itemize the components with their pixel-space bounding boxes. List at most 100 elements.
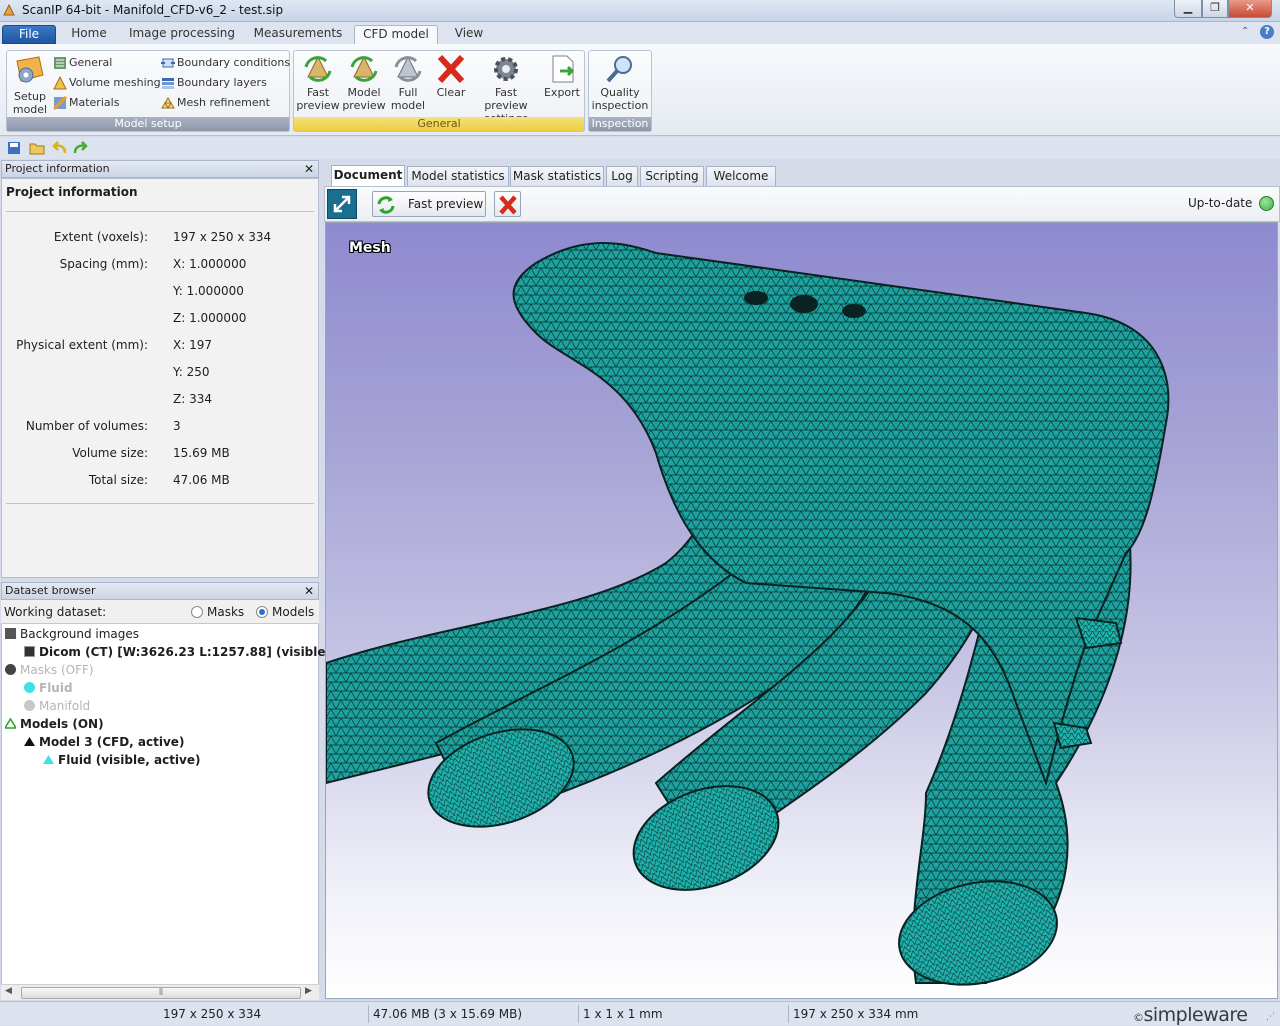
tree-models[interactable]: Models (ON) <box>5 717 104 731</box>
red-x-icon <box>499 195 517 215</box>
tree-background-images[interactable]: Background images <box>5 627 139 641</box>
masks-radio[interactable] <box>191 606 203 618</box>
close-window-button[interactable]: ✕ <box>1228 0 1272 18</box>
clear-button[interactable]: Clear <box>432 53 470 99</box>
fast-preview-icon <box>304 55 332 82</box>
tree-mask-fluid[interactable]: Fluid <box>24 681 73 695</box>
save-icon[interactable] <box>7 141 21 155</box>
tree-mask-manifold[interactable]: Manifold <box>24 699 90 713</box>
status-memory: 47.06 MB (3 x 15.69 MB) <box>373 1007 523 1021</box>
tab-measurements[interactable]: Measurements <box>252 25 344 44</box>
tab-model-statistics[interactable]: Model statistics <box>407 166 509 186</box>
undo-icon[interactable] <box>51 141 67 155</box>
mesh-refinement-button[interactable]: Mesh refinement <box>161 94 270 111</box>
boundary-conditions-button[interactable]: Boundary conditions <box>161 54 290 71</box>
status-spacing: 1 x 1 x 1 mm <box>583 1007 663 1021</box>
fluid-triangle-icon <box>43 755 54 764</box>
project-info-header: Project information ✕ <box>1 160 319 178</box>
ribbon-group-model-setup: Setup model General Volume meshing Materi… <box>6 50 290 132</box>
volume-meshing-button[interactable]: Volume meshing <box>53 74 161 91</box>
tab-image-processing[interactable]: Image processing <box>128 25 236 44</box>
tab-file[interactable]: File <box>2 25 56 44</box>
scanip-app-icon <box>3 3 15 16</box>
tab-scripting[interactable]: Scripting <box>640 166 704 186</box>
physical-x-value: X: 197 <box>173 338 212 352</box>
dataset-browser <box>1 600 319 1000</box>
3d-viewport[interactable]: Mesh <box>325 222 1278 999</box>
close-panel-icon[interactable]: ✕ <box>304 583 314 599</box>
manifold-mesh-render <box>326 242 1170 986</box>
models-radio[interactable] <box>256 606 268 618</box>
tab-cfd-model[interactable]: CFD model <box>354 25 438 44</box>
tree-model-fluid[interactable]: Fluid (visible, active) <box>43 753 201 767</box>
physical-extent-label: Physical extent (mm): <box>16 338 148 352</box>
export-icon <box>552 55 575 83</box>
export-button[interactable]: Export <box>542 53 582 99</box>
tree-masks[interactable]: Masks (OFF) <box>5 663 94 677</box>
model-triangle-icon <box>24 737 35 746</box>
quick-access-toolbar <box>0 137 1280 159</box>
status-physical-size: 197 x 250 x 334 mm <box>793 1007 919 1021</box>
quality-inspection-button[interactable]: Quality inspection <box>591 53 649 112</box>
model-preview-button[interactable]: Model preview <box>342 53 386 112</box>
magnifier-icon <box>606 56 632 83</box>
left-panel: Project information ✕ Project informatio… <box>0 160 381 1000</box>
open-folder-icon[interactable] <box>29 141 45 155</box>
resize-grip-icon[interactable]: ⋰ <box>1266 1012 1275 1022</box>
mask-dot-icon <box>24 682 35 693</box>
tab-log[interactable]: Log <box>606 166 638 186</box>
num-volumes-label: Number of volumes: <box>25 419 148 433</box>
horizontal-scrollbar[interactable]: ◀ ⦀ ▶ <box>1 984 319 1000</box>
fast-preview-settings-button[interactable]: Fast previewsettings <box>472 53 540 125</box>
project-info-panel: Project information Extent (voxels): 197… <box>1 178 319 578</box>
tab-view[interactable]: View <box>450 25 488 44</box>
tab-welcome[interactable]: Welcome <box>706 166 776 186</box>
ribbon: Setup model General Volume meshing Materi… <box>0 44 1280 136</box>
cancel-preview-button[interactable] <box>494 191 521 217</box>
scroll-right-icon[interactable]: ▶ <box>305 986 312 996</box>
close-panel-icon[interactable]: ✕ <box>304 161 314 177</box>
scrollbar-thumb[interactable]: ⦀ <box>21 987 301 999</box>
gear-icon <box>494 57 518 81</box>
setup-model-button[interactable]: Setup model <box>9 53 51 116</box>
maximize-button[interactable]: ❐ <box>1202 0 1228 18</box>
volume-size-value: 15.69 MB <box>173 446 230 460</box>
expand-view-button[interactable] <box>327 189 357 219</box>
volume-size-label: Volume size: <box>72 446 148 460</box>
tab-document[interactable]: Document <box>331 165 405 186</box>
boundary-conditions-icon <box>161 58 175 68</box>
materials-icon <box>52 95 68 111</box>
full-model-button[interactable]: Full model <box>388 53 428 112</box>
title-bar: ScanIP 64-bit - Manifold_CFD-v6_2 - test… <box>0 0 1280 22</box>
ribbon-group-label: General <box>294 117 584 131</box>
redo-icon[interactable] <box>73 141 89 155</box>
help-icon[interactable]: ? <box>1260 25 1274 39</box>
tree-model-3[interactable]: Model 3 (CFD, active) <box>24 735 184 749</box>
window-title: ScanIP 64-bit - Manifold_CFD-v6_2 - test… <box>22 3 284 17</box>
minimize-button[interactable]: ▁ <box>1174 0 1202 18</box>
physical-y-value: Y: 250 <box>173 365 210 379</box>
red-x-icon <box>437 54 465 84</box>
spacing-z-value: Z: 1.000000 <box>173 311 247 325</box>
materials-button[interactable]: Materials <box>52 94 119 111</box>
general-button[interactable]: General <box>53 54 112 71</box>
image-stack-icon <box>5 628 16 639</box>
working-dataset-row: Working dataset: Masks Models <box>1 600 319 624</box>
general-icon <box>54 57 66 69</box>
viewer-toolbar: Fast preview Up-to-date <box>324 186 1280 222</box>
fast-preview-button[interactable]: Fast preview <box>372 191 486 217</box>
fast-preview-ribbon-button[interactable]: Fast preview <box>296 53 340 112</box>
tab-home[interactable]: Home <box>66 25 112 44</box>
collapse-ribbon-icon[interactable]: ⌃ <box>1241 26 1249 37</box>
divider <box>6 503 314 504</box>
scroll-left-icon[interactable]: ◀ <box>5 986 12 996</box>
project-info-title: Project information <box>6 185 138 199</box>
boundary-layers-button[interactable]: Boundary layers <box>161 74 267 91</box>
spacing-x-value: X: 1.000000 <box>173 257 247 271</box>
masks-radio-label: Masks <box>207 605 245 619</box>
tab-mask-statistics[interactable]: Mask statistics <box>510 166 604 186</box>
models-radio-label: Models <box>272 605 315 619</box>
ribbon-group-general: Fast preview Model preview Full model Clear… <box>293 50 585 132</box>
ribbon-group-inspection: Quality inspection Inspection <box>588 50 652 132</box>
physical-z-value: Z: 334 <box>173 392 212 406</box>
